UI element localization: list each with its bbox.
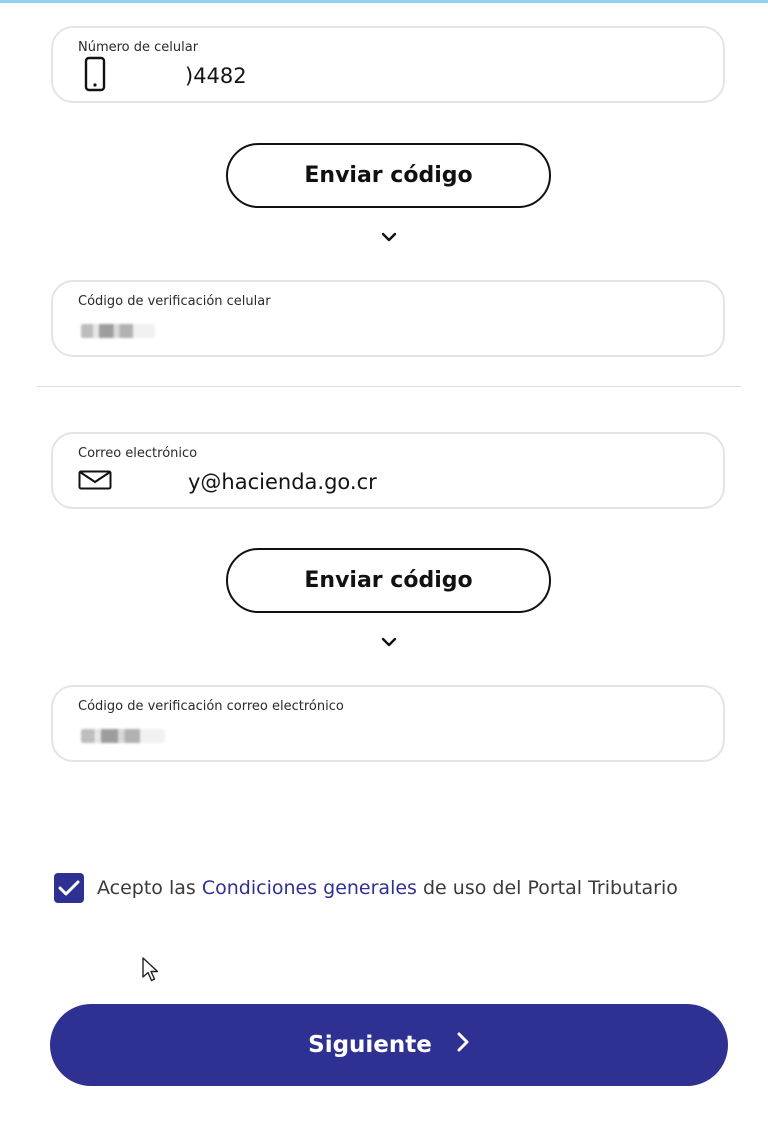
- chevron-right-icon: [456, 1031, 470, 1059]
- section-divider: [37, 386, 741, 387]
- chevron-down-icon: [380, 228, 398, 242]
- send-email-code-button[interactable]: Enviar código: [226, 548, 551, 613]
- terms-conditions-link[interactable]: Condiciones generales: [202, 877, 417, 899]
- next-button[interactable]: Siguiente: [50, 1004, 728, 1086]
- envelope-icon: [78, 470, 112, 494]
- terms-prefix: Acepto las: [97, 877, 202, 899]
- send-phone-code-button[interactable]: Enviar código: [226, 143, 551, 208]
- email-verification-code-field[interactable]: Código de verificación correo electrónic…: [51, 685, 725, 762]
- terms-suffix: de uso del Portal Tributario: [416, 877, 678, 899]
- phone-field[interactable]: Número de celular )4482: [51, 26, 725, 103]
- email-field[interactable]: Correo electrónico y@hacienda.go.cr: [51, 432, 725, 509]
- mobile-phone-icon: [84, 56, 106, 96]
- terms-acceptance: Acepto las Condiciones generales de uso …: [54, 871, 678, 905]
- masked-code-value: ••••••: [81, 324, 155, 338]
- top-accent-line: [0, 0, 768, 3]
- phone-verification-code-field[interactable]: Código de verificación celular ••••••: [51, 280, 725, 357]
- email-field-label: Correo electrónico: [78, 446, 198, 461]
- chevron-down-icon: [380, 633, 398, 647]
- phone-field-value: )4482: [185, 64, 247, 88]
- next-button-label: Siguiente: [308, 1032, 432, 1058]
- mouse-pointer-icon: [141, 956, 161, 988]
- phone-code-label: Código de verificación celular: [78, 294, 271, 309]
- phone-field-label: Número de celular: [78, 40, 199, 55]
- checkmark-icon: [58, 880, 80, 896]
- terms-checkbox[interactable]: [54, 873, 84, 903]
- email-field-value: y@hacienda.go.cr: [188, 470, 377, 494]
- masked-code-value: ••••••: [81, 729, 165, 743]
- terms-text: Acepto las Condiciones generales de uso …: [97, 877, 678, 899]
- email-code-label: Código de verificación correo electrónic…: [78, 699, 344, 714]
